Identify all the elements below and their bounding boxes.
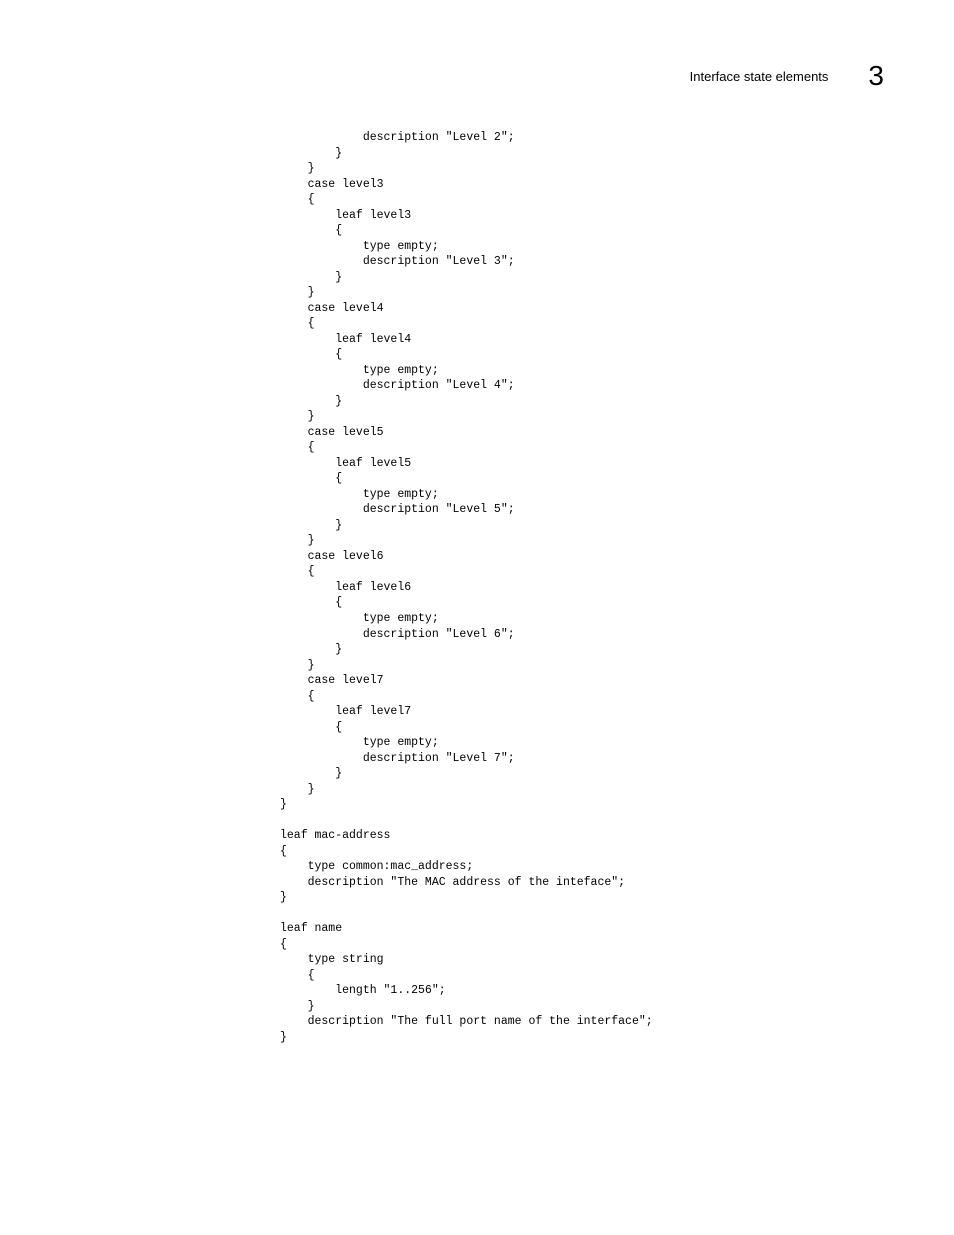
header-title: Interface state elements <box>690 69 829 84</box>
page-header: Interface state elements 3 <box>690 60 884 92</box>
code-block: description "Level 2"; } } case level3 {… <box>280 130 653 1045</box>
chapter-number: 3 <box>868 60 884 92</box>
